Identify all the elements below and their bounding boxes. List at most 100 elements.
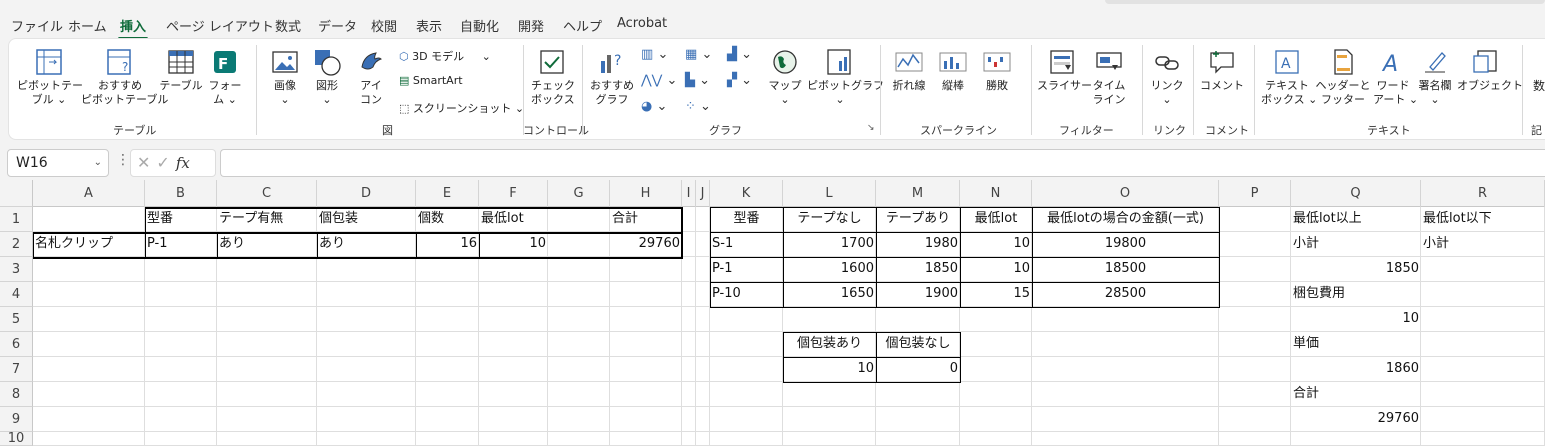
cell-A2[interactable]: 名札クリップ [33,232,145,257]
row-header-4[interactable]: 4 [0,282,33,307]
column-chart-button[interactable]: ▥ ⌄ [641,47,668,62]
tab-view[interactable]: 表示 [416,16,442,35]
scatter-chart-button[interactable]: ⁘ ⌄ [685,99,711,114]
textbox-button[interactable]: A テキスト ボックス ⌄ [1261,47,1317,107]
cell-Q5[interactable]: 10 [1291,307,1421,332]
tab-page-layout[interactable]: ページ レイアウト [166,16,274,35]
row-header-9[interactable]: 9 [0,407,33,432]
pie-chart-button[interactable]: ◕ ⌄ [641,99,667,114]
cell-M2[interactable]: 1980 [876,232,960,257]
header-footer-button[interactable]: ヘッダーと フッター [1315,47,1371,107]
cell-M7[interactable]: 0 [876,357,960,382]
spreadsheet-grid[interactable]: ABCDEFGHIJKLMNOPQR 1 2 3 4 5 6 7 8 9 10 型番 テープ有無 個包装… [0,180,1545,446]
object-button[interactable]: オブジェクト [1457,47,1523,93]
cell-O3[interactable]: 18500 [1032,257,1219,282]
cell-Q7[interactable]: 1860 [1291,357,1421,382]
cell-L7[interactable]: 10 [783,357,876,382]
cell-D2[interactable]: あり [317,232,416,257]
column-header-R[interactable]: R [1421,180,1545,207]
cell-L6[interactable]: 個包装あり [783,332,876,357]
pivottable-button[interactable]: ピボットテー ブル ⌄ [17,47,83,107]
column-header-E[interactable]: E [416,180,479,207]
cell-R1[interactable]: 最低lot以下 [1421,207,1545,232]
row-header-7[interactable]: 7 [0,357,33,382]
tab-help[interactable]: ヘルプ [563,16,602,35]
column-header-J[interactable]: J [696,180,710,207]
chevron-down-icon[interactable]: ⌄ [94,150,102,176]
column-header-F[interactable]: F [479,180,548,207]
tab-home[interactable]: ホーム [68,16,107,35]
cell-F1[interactable]: 最低lot [479,207,548,232]
cell-O4[interactable]: 28500 [1032,282,1219,307]
column-header-N[interactable]: N [960,180,1032,207]
column-header-H[interactable]: H [610,180,682,207]
cell-B1[interactable]: 型番 [145,207,217,232]
row-header-8[interactable]: 8 [0,382,33,407]
tab-automate[interactable]: 自動化 [460,16,499,35]
cell-N2[interactable]: 10 [960,232,1032,257]
column-header-M[interactable]: M [876,180,960,207]
cell-K2[interactable]: S-1 [710,232,783,257]
cell-O2[interactable]: 19800 [1032,232,1219,257]
confirm-icon[interactable]: ✓ [156,153,175,172]
forms-button[interactable]: F フォー ム ⌄ [205,47,245,107]
checkbox-button[interactable]: チェック ボックス [531,47,575,107]
row-header-6[interactable]: 6 [0,332,33,357]
cell-Q3[interactable]: 1850 [1291,257,1421,282]
cell-L2[interactable]: 1700 [783,232,876,257]
column-header-Q[interactable]: Q [1291,180,1421,207]
cell-D1[interactable]: 個包装 [317,207,416,232]
tab-acrobat[interactable]: Acrobat [617,16,667,31]
column-header-A[interactable]: A [33,180,145,207]
table-button[interactable]: テーブル [159,47,203,93]
cell-E1[interactable]: 個数 [416,207,479,232]
tab-formulas[interactable]: 数式 [275,16,301,35]
smartart-button[interactable]: ▤ SmartArt [399,74,463,87]
cell-H1[interactable]: 合計 [610,207,682,232]
column-header-L[interactable]: L [783,180,876,207]
tab-review[interactable]: 校閲 [371,16,397,35]
tab-file[interactable]: ファイル [11,16,63,35]
formula-input[interactable] [220,149,1545,177]
hierarchy-chart-button[interactable]: ▦ ⌄ [685,47,712,62]
image-button[interactable]: 画像 ⌄ [265,47,305,107]
cell-Q2[interactable]: 小計 [1291,232,1421,257]
cell-N4[interactable]: 15 [960,282,1032,307]
cell-L1[interactable]: テープなし [783,207,876,232]
cell-M6[interactable]: 個包装なし [876,332,960,357]
link-button[interactable]: リンク ⌄ [1147,47,1187,107]
column-header-D[interactable]: D [317,180,416,207]
cell-Q6[interactable]: 単価 [1291,332,1421,357]
row-header-2[interactable]: 2 [0,232,33,257]
column-header-P[interactable]: P [1219,180,1291,207]
maps-button[interactable]: マップ ⌄ [765,47,805,107]
cell-M1[interactable]: テープあり [876,207,960,232]
recommended-pivottable-button[interactable]: ? おすすめ ピボットテーブル [81,47,168,107]
cell-M4[interactable]: 1900 [876,282,960,307]
cell-F2[interactable]: 10 [479,232,548,257]
insert-function-icon[interactable]: fx [176,154,190,172]
shapes-button[interactable]: 図形 ⌄ [307,47,347,107]
sparkline-column-button[interactable]: 縦棒 [933,47,973,93]
comment-button[interactable]: コメント [1199,47,1245,93]
cell-Q9[interactable]: 29760 [1291,407,1421,432]
cell-H2[interactable]: 29760 [610,232,682,257]
column-header-C[interactable]: C [217,180,317,207]
cell-K4[interactable]: P-10 [710,282,783,307]
sparkline-winloss-button[interactable]: 勝敗 [977,47,1017,93]
cell-O1[interactable]: 最低lotの場合の金額(一式) [1032,207,1219,232]
pivotchart-button[interactable]: ピボットグラフ ⌄ [807,47,884,107]
cell-N3[interactable]: 10 [960,257,1032,282]
stat-chart-button[interactable]: ▙ ⌄ [685,73,710,88]
symbols-button[interactable]: 数 [1529,79,1545,93]
cell-C1[interactable]: テープ有無 [217,207,317,232]
row-header-10[interactable]: 10 [0,432,33,446]
more-icon[interactable]: ⋮ [116,152,130,168]
search-box[interactable] [1105,0,1545,4]
name-box[interactable]: W16 ⌄ [7,149,109,177]
column-header-B[interactable]: B [145,180,217,207]
row-header-5[interactable]: 5 [0,307,33,332]
dialog-launcher-icon[interactable]: ↘ [867,123,875,133]
recommended-charts-button[interactable]: ? おすすめ グラフ [589,47,635,107]
timeline-button[interactable]: タイム ライン [1089,47,1129,107]
